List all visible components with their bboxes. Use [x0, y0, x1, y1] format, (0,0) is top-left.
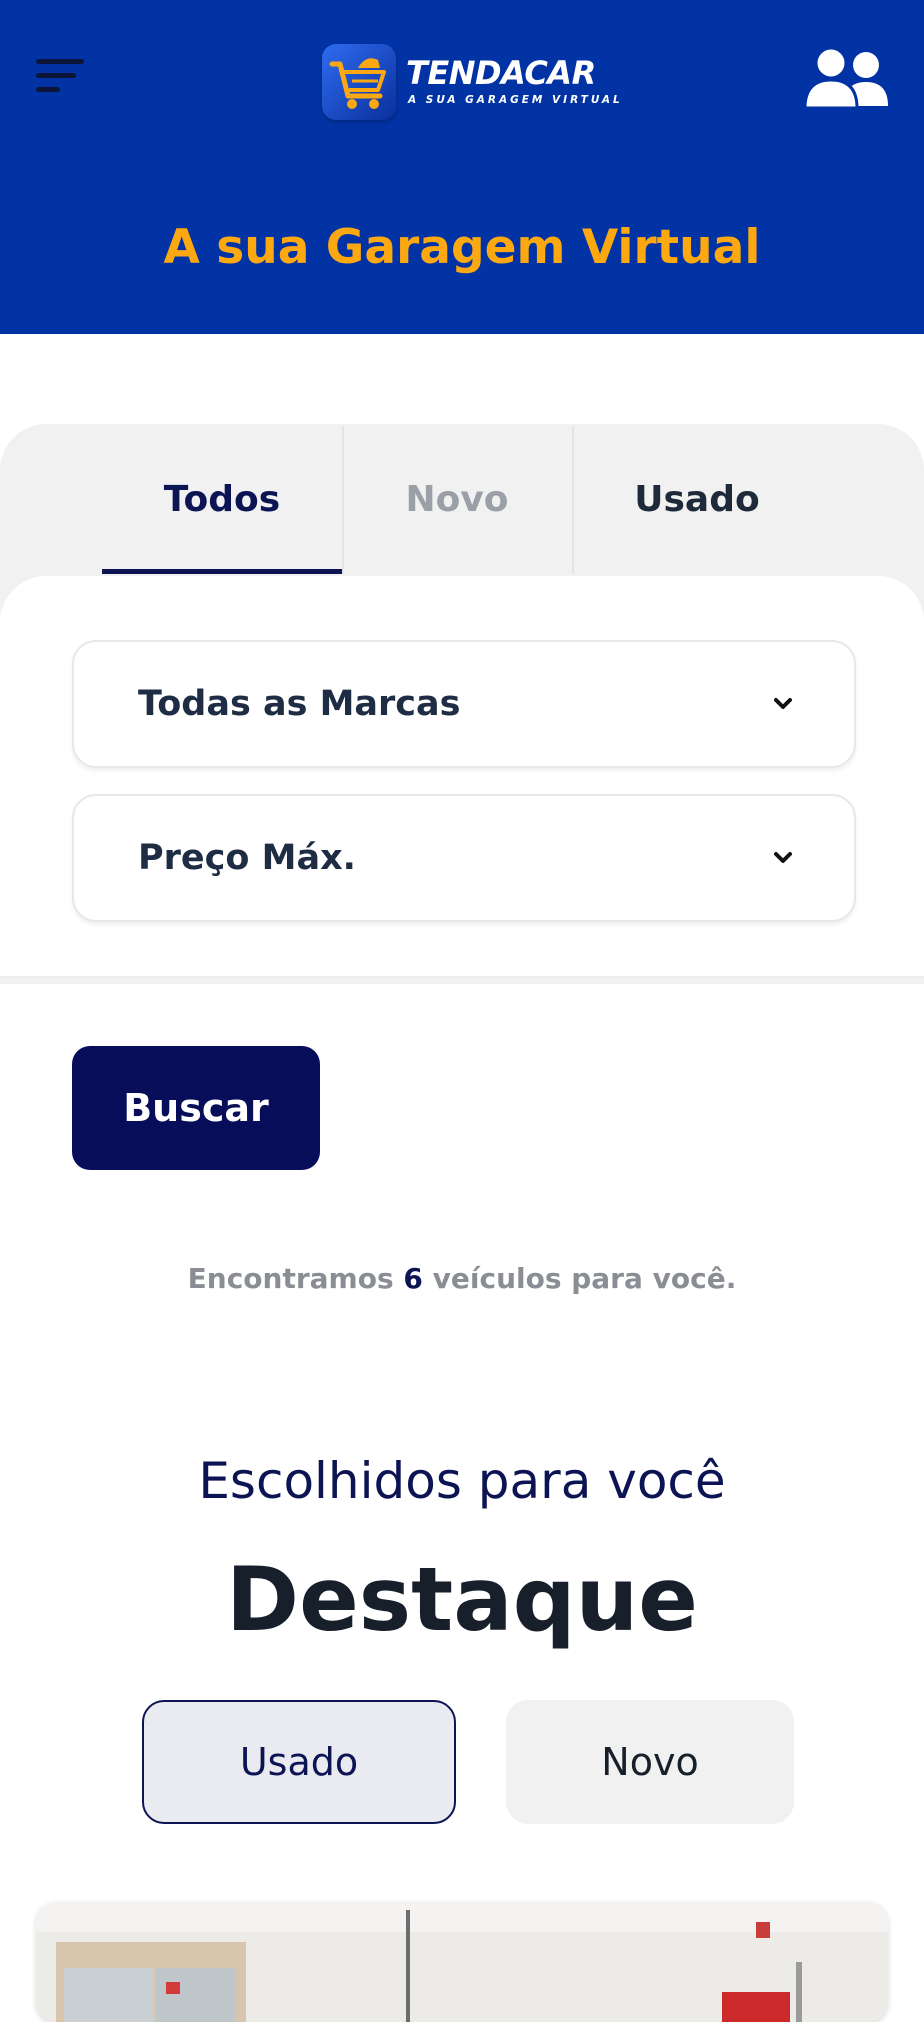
active-tab-indicator — [102, 569, 342, 574]
results-count-text: Encontramos 6 veículos para você. — [0, 1262, 924, 1295]
logo-title: TENDACAR — [406, 54, 596, 92]
header-tagline: A sua Garagem Virtual — [163, 220, 761, 275]
tab-todos[interactable]: Todos — [102, 424, 342, 574]
results-count: 6 — [403, 1262, 423, 1295]
vehicle-photo — [36, 1902, 888, 2022]
chevron-down-icon — [774, 698, 792, 709]
menu-icon[interactable] — [36, 56, 86, 98]
price-select-value: Preço Máx. — [138, 838, 356, 878]
logo-subtitle: A SUA GARAGEM VIRTUAL — [408, 94, 623, 106]
featured-toggle-usado[interactable]: Usado — [142, 1700, 456, 1824]
featured-toggle-novo[interactable]: Novo — [506, 1700, 794, 1824]
results-suffix: veículos para você. — [432, 1262, 737, 1295]
section-divider — [0, 976, 924, 978]
featured-title: Destaque — [226, 1548, 698, 1651]
vehicle-card[interactable] — [36, 1902, 888, 2022]
brand-select[interactable]: Todas as Marcas — [72, 640, 856, 768]
search-button[interactable]: Buscar — [72, 1046, 320, 1170]
users-icon[interactable] — [803, 46, 890, 110]
featured-subtitle: Escolhidos para você — [198, 1452, 726, 1510]
tab-novo[interactable]: Novo — [342, 424, 572, 574]
chevron-down-icon — [774, 852, 792, 863]
results-prefix: Encontramos — [187, 1262, 394, 1295]
app-header: TENDACAR A SUA GARAGEM VIRTUAL A sua Gar… — [0, 0, 924, 334]
price-select[interactable]: Preço Máx. — [72, 794, 856, 922]
logo[interactable]: TENDACAR A SUA GARAGEM VIRTUAL — [322, 44, 620, 124]
brand-select-value: Todas as Marcas — [138, 684, 461, 724]
cart-logo-icon — [322, 44, 396, 120]
tab-usado[interactable]: Usado — [572, 424, 822, 574]
